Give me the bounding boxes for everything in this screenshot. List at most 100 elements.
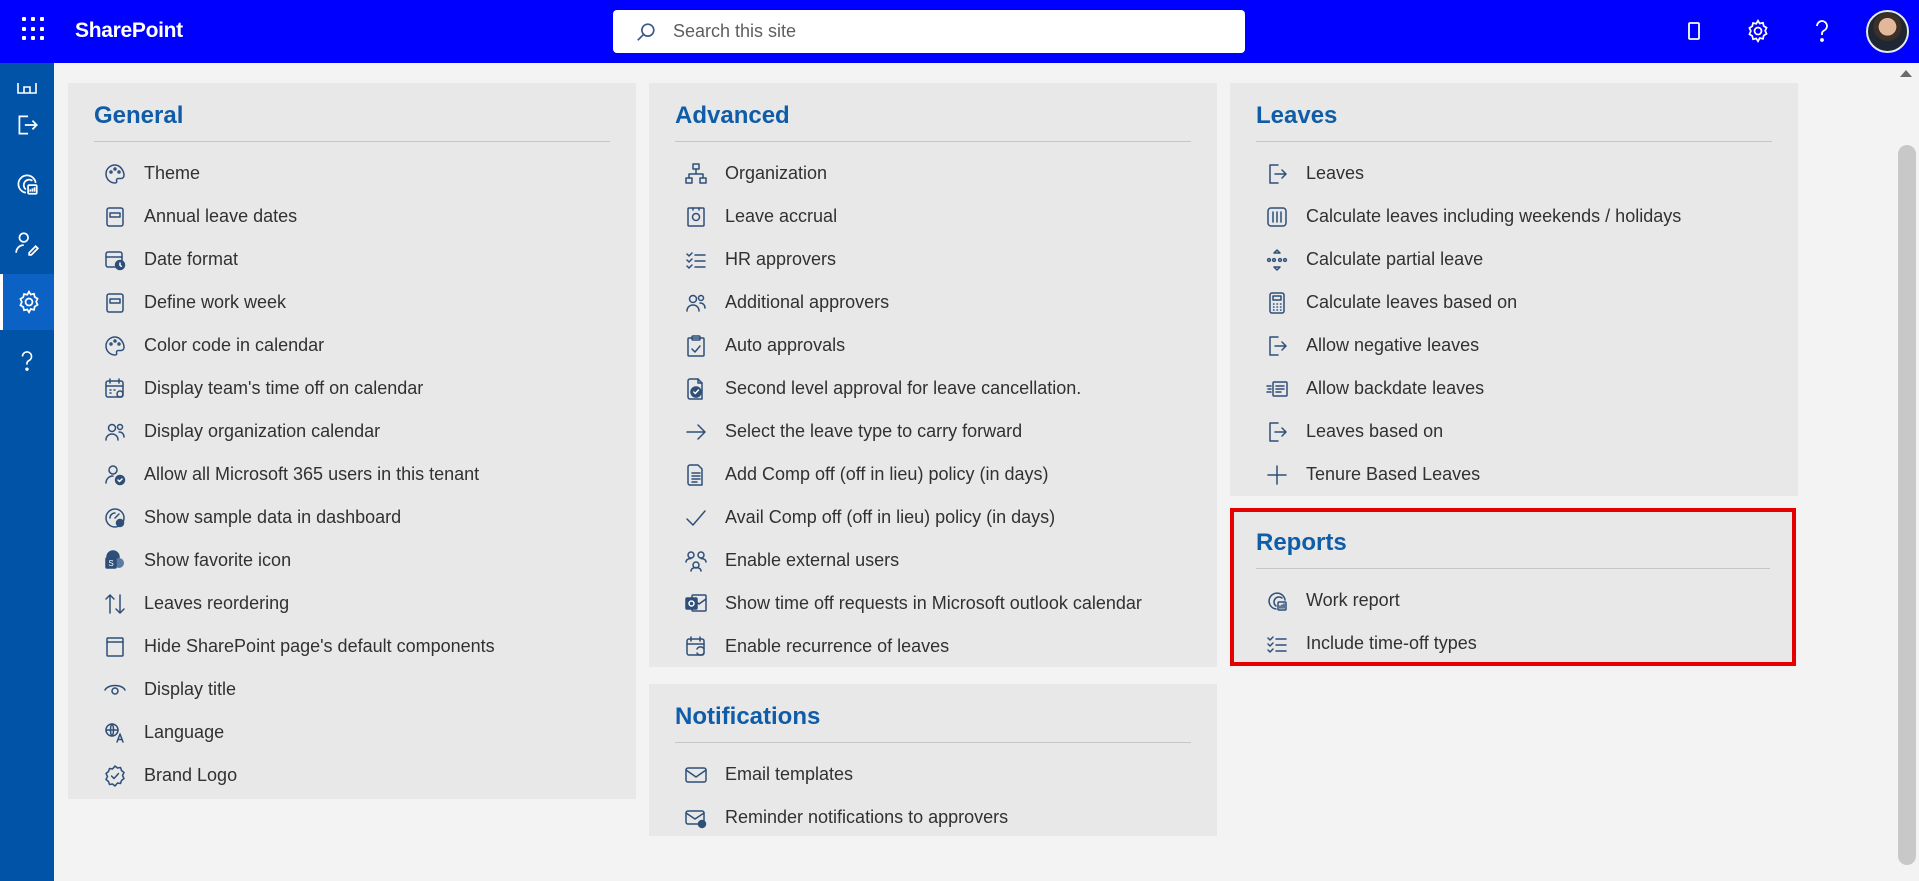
exit-icon[interactable] [0, 97, 54, 153]
top-bar: SharePoint [0, 0, 1919, 63]
setting-item-brand-logo[interactable]: Brand Logo [94, 754, 610, 797]
setting-item-leaves[interactable]: Leaves [1256, 152, 1772, 195]
setting-item-display-title[interactable]: Display title [94, 668, 610, 711]
setting-item-second-level-approval-for-leave-cancellation[interactable]: Second level approval for leave cancella… [675, 367, 1191, 410]
setting-item-label: Show sample data in dashboard [144, 507, 402, 527]
advanced-title: Advanced [675, 99, 1191, 142]
setting-item-allow-backdate-leaves[interactable]: Allow backdate leaves [1256, 367, 1772, 410]
scroll-up-arrow-icon[interactable] [1900, 70, 1912, 77]
setting-item-hide-sharepoint-page-s-default-components[interactable]: Hide SharePoint page's default component… [94, 625, 610, 668]
setting-item-date-format[interactable]: Date format [94, 238, 610, 281]
setting-item-label: Allow all Microsoft 365 users in this te… [144, 464, 480, 484]
user-avatar[interactable] [1866, 10, 1909, 53]
setting-item-label: Additional approvers [725, 292, 890, 312]
setting-item-display-organization-calendar[interactable]: Display organization calendar [94, 410, 610, 453]
scrollbar-thumb[interactable] [1898, 145, 1916, 865]
setting-item-add-comp-off-off-in-lieu-policy-in-days[interactable]: Add Comp off (off in lieu) policy (in da… [675, 453, 1191, 496]
setting-item-label: Theme [144, 163, 201, 183]
setting-item-label: Calculate leaves based on [1306, 292, 1518, 312]
setting-item-label: Auto approvals [725, 335, 846, 355]
translate-icon [102, 720, 128, 746]
setting-item-label: Annual leave dates [144, 206, 298, 226]
checklist-icon [683, 247, 709, 273]
setting-item-label: Hide SharePoint page's default component… [144, 636, 495, 656]
setting-item-label: Show favorite icon [144, 550, 292, 570]
setting-item-color-code-in-calendar[interactable]: Color code in calendar [94, 324, 610, 367]
user-edit-icon[interactable] [0, 215, 54, 271]
setting-item-select-the-leave-type-to-carry-forward[interactable]: Select the leave type to carry forward [675, 410, 1191, 453]
setting-item-leaves-reordering[interactable]: Leaves reordering [94, 582, 610, 625]
setting-item-organization[interactable]: Organization [675, 152, 1191, 195]
settings-gear-icon[interactable] [1741, 14, 1775, 48]
setting-item-auto-approvals[interactable]: Auto approvals [675, 324, 1191, 367]
setting-item-leaves-based-on[interactable]: Leaves based on [1256, 410, 1772, 453]
setting-item-calculate-leaves-including-weekends-holidays[interactable]: Calculate leaves including weekends / ho… [1256, 195, 1772, 238]
search-box[interactable] [613, 10, 1245, 53]
setting-item-display-team-s-time-off-on-calendar[interactable]: Display team's time off on calendar [94, 367, 610, 410]
setting-item-allow-negative-leaves[interactable]: Allow negative leaves [1256, 324, 1772, 367]
user-check-icon [102, 462, 128, 488]
advanced-card: Advanced Organization Leave accrual HR app… [649, 83, 1217, 667]
setting-item-enable-recurrence-of-leaves[interactable]: Enable recurrence of leaves [675, 625, 1191, 668]
setting-item-show-sample-data-in-dashboard[interactable]: Show sample data in dashboard [94, 496, 610, 539]
setting-item-label: Enable recurrence of leaves [725, 636, 950, 656]
setting-item-label: HR approvers [725, 249, 837, 269]
setting-item-show-time-off-requests-in-microsoft-outlook-calendar[interactable]: Show time off requests in Microsoft outl… [675, 582, 1191, 625]
outlook-icon [683, 591, 709, 617]
calculator-icon [1264, 290, 1290, 316]
setting-item-tenure-based-leaves[interactable]: Tenure Based Leaves [1256, 453, 1772, 496]
sort-icon [102, 591, 128, 617]
search-input[interactable] [673, 21, 1193, 42]
setting-item-email-templates[interactable]: Email templates [675, 753, 1191, 796]
setting-item-define-work-week[interactable]: Define work week [94, 281, 610, 324]
setting-item-label: Leaves based on [1306, 421, 1444, 441]
setting-item-avail-comp-off-off-in-lieu-policy-in-days[interactable]: Avail Comp off (off in lieu) policy (in … [675, 496, 1191, 539]
setting-item-label: Organization [725, 163, 828, 183]
setting-item-label: Display team's time off on calendar [144, 378, 424, 398]
leaves-title: Leaves [1256, 99, 1772, 142]
badge-icon [102, 763, 128, 789]
people-network-icon [683, 548, 709, 574]
people-icon [102, 419, 128, 445]
setting-item-show-favorite-icon[interactable]: S Show favorite icon [94, 539, 610, 582]
setting-item-label: Enable external users [725, 550, 900, 570]
setting-item-hr-approvers[interactable]: HR approvers [675, 238, 1191, 281]
setting-item-label: Tenure Based Leaves [1306, 464, 1481, 484]
setting-item-label: Leave accrual [725, 206, 838, 226]
reports-card: Reports Work report Include time-off type… [1230, 510, 1796, 665]
help-icon[interactable] [1805, 14, 1839, 48]
setting-item-label: Reminder notifications to approvers [725, 807, 1009, 827]
setting-item-label: Date format [144, 249, 239, 269]
setting-item-theme[interactable]: Theme [94, 152, 610, 195]
palette-icon [102, 333, 128, 359]
general-card: General Theme Annual leave dates Date form… [68, 83, 636, 799]
setting-item-label: Second level approval for leave cancella… [725, 378, 1082, 398]
setting-item-label: Calculate leaves including weekends / ho… [1306, 206, 1682, 226]
leaves-card: Leaves Leaves Calculate leaves including … [1230, 83, 1798, 496]
setting-item-label: Allow backdate leaves [1306, 378, 1485, 398]
exit-icon [1264, 419, 1290, 445]
setting-item-reminder-notifications-to-approvers[interactable]: Reminder notifications to approvers [675, 796, 1191, 839]
setting-item-work-report[interactable]: Work report [1256, 579, 1770, 622]
eye-icon [102, 677, 128, 703]
form-icon [102, 290, 128, 316]
setting-item-annual-leave-dates[interactable]: Annual leave dates [94, 195, 610, 238]
setting-item-label: Work report [1306, 590, 1400, 610]
setting-item-calculate-leaves-based-on[interactable]: Calculate leaves based on [1256, 281, 1772, 324]
setting-item-include-time-off-types[interactable]: Include time-off types [1256, 622, 1770, 665]
setting-item-additional-approvers[interactable]: Additional approvers [675, 281, 1191, 324]
report-icon [1264, 588, 1290, 614]
brand-title[interactable]: SharePoint [75, 19, 183, 43]
setting-item-allow-all-microsoft-365-users-in-this-tenant[interactable]: Allow all Microsoft 365 users in this te… [94, 453, 610, 496]
setting-item-enable-external-users[interactable]: Enable external users [675, 539, 1191, 582]
setting-item-leave-accrual[interactable]: Leave accrual [675, 195, 1191, 238]
app-launcher-icon[interactable] [22, 17, 46, 41]
setting-item-language[interactable]: Language [94, 711, 610, 754]
settings-icon[interactable] [0, 274, 54, 330]
setting-item-calculate-partial-leave[interactable]: Calculate partial leave [1256, 238, 1772, 281]
help-icon[interactable] [0, 333, 54, 389]
mobile-icon[interactable] [1677, 14, 1711, 48]
report-icon[interactable] [0, 156, 54, 212]
mail-alert-icon [683, 805, 709, 831]
setting-item-label: Avail Comp off (off in lieu) policy (in … [725, 507, 1056, 527]
